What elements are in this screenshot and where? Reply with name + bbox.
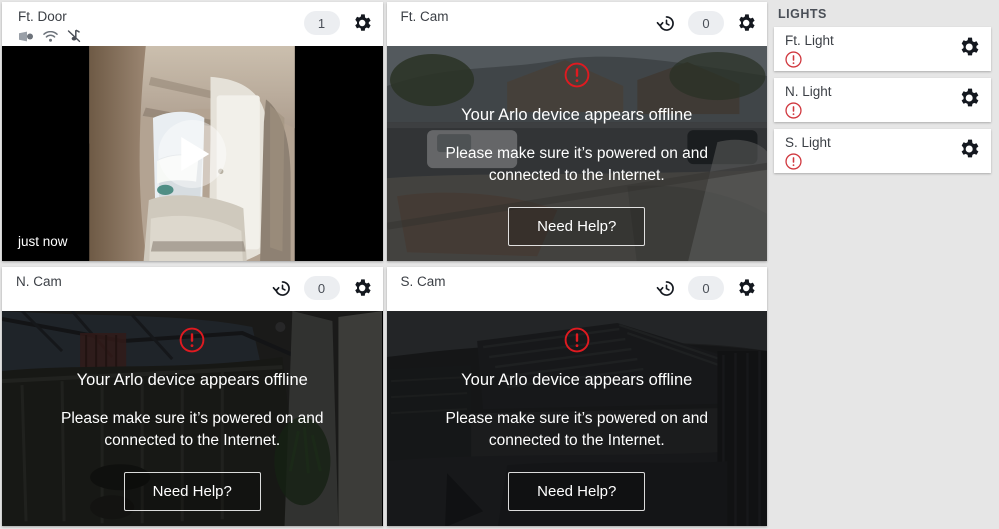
offline-subtitle: Please make sure it’s powered on and con…	[445, 409, 708, 449]
camera-card-s-cam[interactable]: S. Cam 0 Your Arlo device appears offlin…	[386, 267, 768, 526]
camera-header-right: 0	[656, 276, 757, 300]
warning-circle-icon	[564, 327, 590, 358]
offline-title: Your Arlo device appears offline	[76, 370, 308, 389]
camera-header-right: 1	[303, 11, 373, 35]
offline-title: Your Arlo device appears offline	[461, 370, 693, 389]
device-status-icons	[18, 29, 304, 43]
camera-card-n-cam[interactable]: N. Cam 0 Your Arlo device appears offlin…	[2, 267, 383, 526]
light-info: S. Light	[785, 135, 957, 175]
camera-header-left: Ft. Door	[18, 9, 304, 43]
camera-header-left: S. Cam	[401, 274, 657, 289]
event-count-badge[interactable]: 0	[688, 276, 724, 300]
event-count-badge[interactable]: 0	[303, 276, 340, 300]
gear-icon[interactable]	[957, 137, 981, 161]
gear-icon[interactable]	[735, 12, 757, 34]
gear-icon[interactable]	[957, 35, 981, 59]
gear-icon[interactable]	[351, 12, 373, 34]
event-count-badge[interactable]: 1	[303, 11, 340, 35]
gear-icon[interactable]	[957, 86, 981, 110]
camera-header-left: Ft. Cam	[401, 9, 657, 24]
lights-panel: LIGHTS Ft. Light N. Light S. Light	[770, 0, 999, 529]
offline-message: Your Arlo device appears offline Please …	[2, 311, 383, 526]
camera-title: S. Cam	[400, 274, 446, 289]
wifi-icon	[43, 30, 58, 42]
lights-panel-title: LIGHTS	[778, 7, 827, 21]
history-icon[interactable]	[656, 278, 677, 299]
camera-title: Ft. Cam	[400, 9, 449, 24]
play-icon[interactable]	[158, 119, 227, 188]
light-info: N. Light	[785, 84, 957, 124]
camera-header-right: 0	[656, 11, 757, 35]
warning-circle-icon	[564, 62, 590, 93]
camera-thumbnail[interactable]: just now	[2, 46, 383, 261]
camera-header: Ft. Door 1	[2, 2, 383, 46]
doorbell-video-frame	[89, 46, 295, 261]
camera-thumbnail[interactable]: Your Arlo device appears offline Please …	[386, 46, 768, 261]
need-help-button[interactable]: Need Help?	[123, 471, 261, 511]
light-info: Ft. Light	[785, 33, 957, 73]
camera-header: N. Cam 0	[2, 267, 383, 311]
need-help-button[interactable]: Need Help?	[508, 206, 646, 246]
offline-title: Your Arlo device appears offline	[461, 105, 693, 124]
offline-subtitle: Please make sure it’s powered on and con…	[60, 409, 324, 449]
audio-muted-icon	[67, 29, 81, 43]
warning-circle-icon	[785, 102, 957, 124]
battery-icon	[18, 31, 34, 42]
event-count-badge[interactable]: 0	[688, 11, 724, 35]
camera-thumbnail[interactable]: Your Arlo device appears offline Please …	[386, 311, 768, 526]
camera-card-ft-door[interactable]: Ft. Door 1 just now	[2, 2, 383, 261]
play-triangle	[181, 136, 210, 171]
light-name: Ft. Light	[785, 33, 834, 48]
light-card-n-light[interactable]: N. Light	[774, 78, 991, 122]
offline-message: Your Arlo device appears offline Please …	[387, 311, 768, 526]
need-help-button[interactable]: Need Help?	[508, 471, 646, 511]
warning-circle-icon	[785, 51, 957, 73]
light-name: S. Light	[785, 135, 831, 150]
gear-icon[interactable]	[351, 277, 373, 299]
camera-thumbnail[interactable]: Your Arlo device appears offline Please …	[2, 311, 383, 526]
light-card-s-light[interactable]: S. Light	[774, 129, 991, 173]
warning-circle-icon	[179, 327, 205, 358]
warning-circle-icon	[785, 153, 957, 175]
history-icon[interactable]	[656, 13, 677, 34]
camera-title: N. Cam	[16, 274, 62, 289]
recording-timestamp: just now	[18, 234, 68, 249]
camera-header: S. Cam 0	[386, 267, 767, 311]
camera-header-left: N. Cam	[16, 274, 272, 289]
camera-title: Ft. Door	[18, 9, 67, 24]
offline-subtitle: Please make sure it’s powered on and con…	[445, 144, 708, 184]
camera-header-right: 0	[272, 276, 373, 300]
offline-message: Your Arlo device appears offline Please …	[387, 46, 768, 261]
history-icon[interactable]	[272, 278, 293, 299]
camera-grid: Ft. Door 1 just now Ft. Cam 0 Your Arlo …	[0, 0, 770, 529]
camera-header: Ft. Cam 0	[386, 2, 767, 46]
arlo-dashboard: Ft. Door 1 just now Ft. Cam 0 Your Arlo …	[0, 0, 999, 529]
light-name: N. Light	[785, 84, 832, 99]
gear-icon[interactable]	[735, 277, 757, 299]
light-card-ft-light[interactable]: Ft. Light	[774, 27, 991, 71]
camera-card-ft-cam[interactable]: Ft. Cam 0 Your Arlo device appears offli…	[386, 2, 768, 261]
